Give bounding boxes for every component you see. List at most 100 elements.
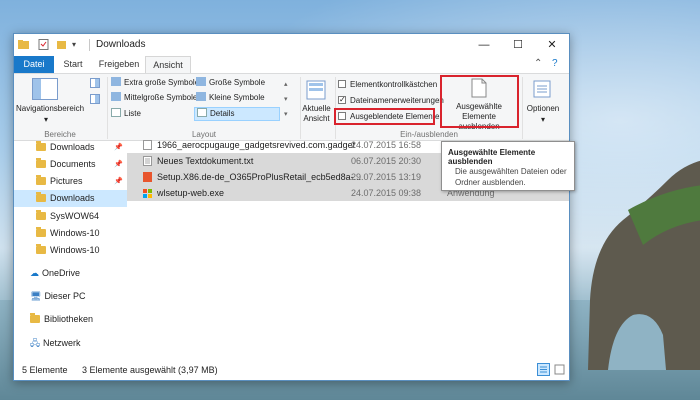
desktop-rock-arch [588,160,700,370]
file-date: 24.07.2015 16:58 [351,140,422,150]
maximize-button[interactable]: ☐ [501,34,535,56]
folder-icon [36,210,46,220]
file-date: 06.07.2015 20:30 [351,156,422,166]
explorer-window: ▾ Downloads — ☐ ✕ Datei Start Freigeben … [13,33,570,381]
pin-icon: 📌 [114,144,123,151]
nav-item-label: Downloads [50,142,95,152]
tab-share[interactable]: Freigeben [94,56,144,73]
nav-item-label: Pictures [50,176,83,186]
folder-icon [18,40,29,49]
properties-icon[interactable] [38,39,49,50]
status-item-count: 5 Elemente [22,365,68,375]
text-file-icon [143,156,152,166]
nav-item-downloads[interactable]: Downloads [14,190,127,207]
libraries-icon [30,313,40,323]
details-pane-icon[interactable] [90,94,100,104]
minimize-ribbon-icon[interactable]: ⌃ [534,58,542,69]
options-button[interactable]: Optionen [523,104,563,114]
checkbox-label: Elementkontrollkästchen [350,80,438,89]
large-icons-view-icon[interactable] [553,363,566,376]
nav-item-libraries[interactable]: Bibliotheken [30,311,93,328]
layout-item-label: Extra große Symbole [124,78,200,87]
file-name: Neues Textdokument.txt [157,156,254,166]
checkbox-label: Dateinamenerweiterungen [350,96,444,105]
extra-large-icons-icon [111,77,121,86]
small-icons-icon [196,92,206,101]
checkbox-checked-icon [338,94,346,106]
gadget-file-icon [143,140,152,150]
navigation-pane-dropdown-icon[interactable]: ▾ [36,115,56,125]
nav-item-syswow64[interactable]: SysWOW64 [36,208,99,225]
nav-item-windows-10-2[interactable]: Windows-10 [36,242,100,259]
tab-file[interactable]: Datei [14,56,54,73]
file-date: 24.07.2015 09:38 [351,188,422,198]
nav-item-label: Downloads [50,193,95,203]
current-view-button[interactable]: Aktuelle Ansicht [300,104,333,124]
layout-medium-icons[interactable]: Mittelgroße Symbole [111,92,197,104]
window-title: Downloads [96,39,146,50]
preview-pane-icon[interactable] [90,78,100,88]
network-icon: 🖧 [30,338,41,348]
ribbon-tabs: Datei Start Freigeben Ansicht ⌃ ? [14,56,569,73]
folder-icon [36,227,46,237]
layout-extra-large-icons[interactable]: Extra große Symbole [111,77,199,89]
nav-item-network[interactable]: 🖧 Netzwerk [30,335,81,352]
file-extensions-toggle[interactable]: Dateinamenerweiterungen [338,94,444,107]
new-folder-icon[interactable] [56,39,67,50]
pin-icon: 📌 [114,161,123,168]
nav-item-pictures[interactable]: Pictures 📌 [36,173,127,190]
layout-item-label: Liste [124,109,141,118]
navigation-pane-button[interactable]: Navigationsbereich [16,104,84,114]
folder-icon [36,192,46,202]
list-icon [111,108,121,117]
layout-item-label: Details [210,109,235,118]
nav-item-label: SysWOW64 [50,211,100,221]
layout-list[interactable]: Liste [111,108,141,120]
nav-item-documents[interactable]: Documents 📌 [36,156,127,173]
layout-item-label: Mittelgroße Symbole [124,93,198,102]
folder-icon [36,244,46,254]
tab-view[interactable]: Ansicht [145,56,191,73]
nav-item-this-pc[interactable]: 🖥 Dieser PC [30,288,85,305]
navigation-pane: Downloads 📌 Documents 📌 Pictures 📌 Download… [14,139,127,360]
nav-item-label: Netzwerk [43,338,81,348]
help-icon[interactable]: ? [552,58,558,69]
nav-item-label: OneDrive [42,268,81,278]
folder-icon [36,175,46,185]
layout-item-label: Kleine Symbole [209,93,265,102]
folder-icon [36,158,46,168]
highlight-box-hide-selected [440,75,519,128]
nav-item-label: Windows-10 [50,245,100,255]
pin-icon: 📌 [114,178,123,185]
windows-setup-icon [143,189,152,198]
nav-item-onedrive[interactable]: ☁ OneDrive [30,265,80,282]
quick-access-dropdown-icon[interactable]: ▾ [72,39,83,50]
office-setup-icon [143,172,152,182]
large-icons-icon [196,77,206,86]
ribbon-separator [107,77,108,139]
ribbon: Navigationsbereich ▾ Bereiche Extra groß… [14,73,569,141]
nav-item-label: Windows-10 [50,228,100,238]
computer-icon: 🖥 [30,291,42,301]
tooltip-title: Ausgewählte Elemente ausblenden [448,148,536,166]
layout-scroll-icon[interactable]: ▴ ▾ ▾ [284,77,288,122]
file-name: Setup.X86.de-de_O365ProPlusRetail_ecb5ed… [157,172,362,182]
group-label-panes: Bereiche [44,130,76,139]
nav-item-windows-10[interactable]: Windows-10 [36,225,100,242]
layout-small-icons[interactable]: Kleine Symbole [196,92,265,104]
details-view-icon[interactable] [537,363,550,376]
options-dropdown-icon[interactable]: ▾ [533,115,553,125]
nav-item-downloads-pinned[interactable]: Downloads 📌 [36,139,127,156]
tooltip-body: Die ausgewählten Dateien oder Ordner aus… [455,167,567,187]
layout-item-label: Große Symbole [209,78,266,87]
title-separator [89,39,90,51]
item-checkboxes-toggle[interactable]: Elementkontrollkästchen [338,79,437,91]
tab-home[interactable]: Start [58,56,88,73]
minimize-button[interactable]: — [467,34,501,56]
layout-large-icons[interactable]: Große Symbole [196,77,265,89]
navigation-pane-icon [32,78,58,100]
file-name: wlsetup-web.exe [157,188,225,198]
layout-details[interactable]: Details [194,107,280,121]
cloud-icon: ☁ [30,268,39,278]
close-button[interactable]: ✕ [535,34,569,56]
